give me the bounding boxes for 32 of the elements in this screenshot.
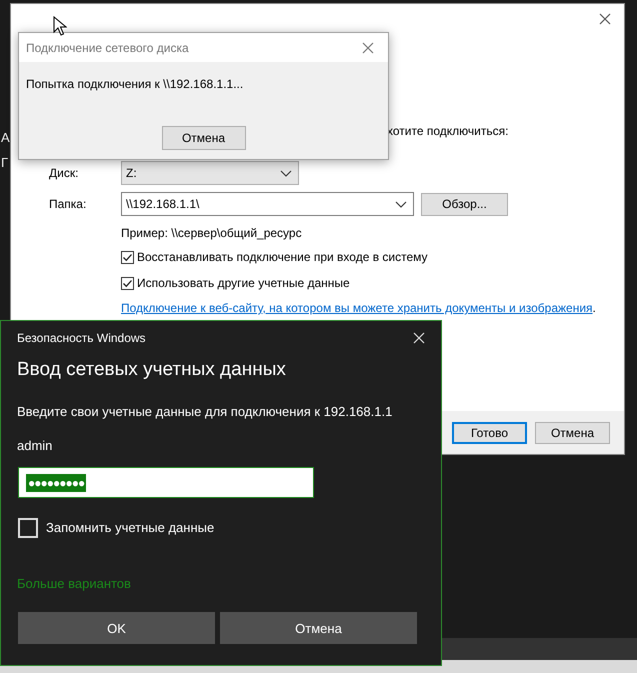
checkbox[interactable] bbox=[121, 276, 134, 290]
drive-dropdown[interactable]: Z: bbox=[121, 161, 299, 185]
checkbox[interactable] bbox=[121, 250, 134, 264]
checkbox-label[interactable]: Запомнить учетные данные bbox=[46, 519, 214, 537]
background-text: A bbox=[0, 131, 11, 145]
folder-combobox[interactable]: \\192.168.1.1\ bbox=[121, 192, 414, 216]
cancel-button[interactable]: Отмена bbox=[535, 422, 610, 444]
window-caption: Безопасность Windows bbox=[17, 330, 146, 346]
status-message: Попытка подключения к \\192.168.1.1... bbox=[26, 76, 244, 93]
chevron-icon[interactable] bbox=[280, 170, 292, 176]
cancel-button[interactable]: Отмена bbox=[162, 126, 246, 150]
checkbox-label[interactable]: Восстанавливать подключение при входе в систему bbox=[137, 248, 428, 266]
username-text: admin bbox=[17, 437, 52, 455]
period-text: . bbox=[592, 300, 596, 317]
selected-password-text: ●●●●●●●●● bbox=[26, 474, 86, 492]
more-options-link[interactable]: Больше вариантов bbox=[17, 575, 131, 593]
password-field[interactable]: ●●●●●●●●● bbox=[18, 467, 314, 498]
example-text: Пример: \\сервер\общий_ресурс bbox=[121, 225, 303, 242]
cancel-button[interactable]: Отмена bbox=[220, 612, 417, 644]
window-title: Подключение сетевого диска bbox=[26, 40, 189, 54]
close-icon[interactable] bbox=[599, 13, 611, 25]
ok-button[interactable]: OK bbox=[18, 612, 215, 644]
field-label: Папка: bbox=[49, 196, 88, 213]
description-text: Введите свои учетные данные для подключения к 192.168.1.1 bbox=[17, 403, 392, 421]
web-site-link[interactable]: Подключение к веб-сайту, на котором вы можете хранить документы и изображения bbox=[121, 299, 593, 317]
browse-button[interactable]: Обзор... bbox=[421, 192, 508, 216]
field-label: Диск: bbox=[49, 165, 80, 182]
dialog-heading: Ввод сетевых учетных данных bbox=[17, 358, 286, 382]
checkbox-label[interactable]: Использовать другие учетные данные bbox=[137, 274, 350, 292]
chevron-icon[interactable] bbox=[395, 200, 407, 208]
finish-button[interactable]: Готово bbox=[452, 422, 527, 444]
background-text: Г bbox=[0, 156, 10, 170]
